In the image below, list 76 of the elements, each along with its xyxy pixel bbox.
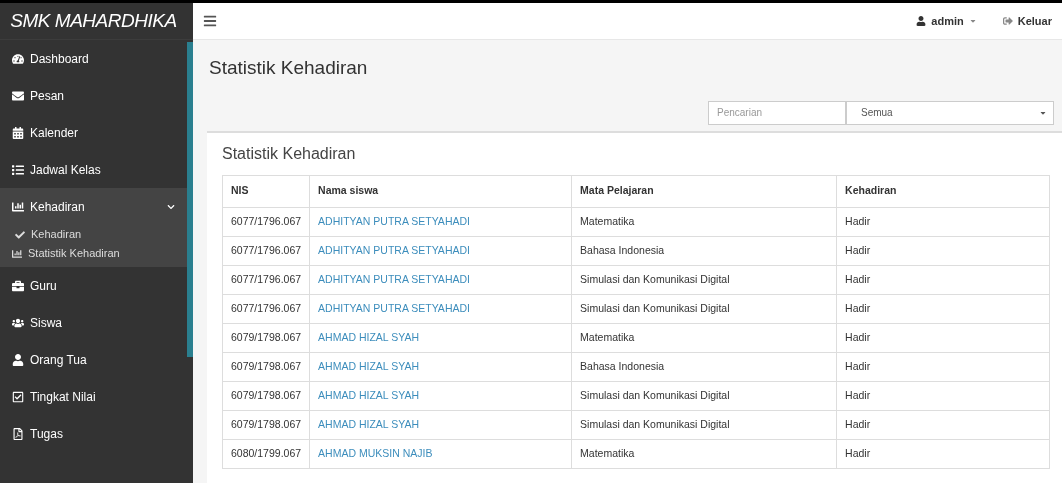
table-cell: 6079/1798.067 xyxy=(222,352,310,381)
column-header: Kehadiran xyxy=(836,175,1050,207)
table-cell: 6077/1796.067 xyxy=(222,236,310,265)
user-icon xyxy=(12,353,24,366)
sidebar-item[interactable]: Kalender xyxy=(0,114,187,151)
sidebar-item[interactable]: Tingkat Nilai xyxy=(0,378,187,415)
table-cell: Simulasi dan Komunikasi Digital xyxy=(571,294,837,323)
table-cell: Bahasa Indonesia xyxy=(571,352,837,381)
table-cell: Simulasi dan Komunikasi Digital xyxy=(571,410,837,439)
table-cell: Hadir xyxy=(836,236,1050,265)
student-name-link[interactable]: ADHITYAN PUTRA SETYAHADI xyxy=(309,236,572,265)
student-name-link[interactable]: AHMAD HIZAL SYAH xyxy=(309,323,572,352)
table-cell: Hadir xyxy=(836,439,1050,468)
table-cell: Hadir xyxy=(836,294,1050,323)
table-cell: Simulasi dan Komunikasi Digital xyxy=(571,265,837,294)
table-cell: Bahasa Indonesia xyxy=(571,236,837,265)
pdf-file-icon xyxy=(12,427,24,440)
bar-chart-icon xyxy=(12,248,22,259)
envelope-icon xyxy=(12,89,24,102)
sidebar-item[interactable]: Dashboard xyxy=(0,40,187,77)
logout-link[interactable]: Keluar xyxy=(1002,12,1052,30)
table-cell: 6079/1798.067 xyxy=(222,410,310,439)
table-cell: Matematika xyxy=(571,439,837,468)
table-cell: Hadir xyxy=(836,323,1050,352)
sidebar-item[interactable]: Jadwal Kelas xyxy=(0,151,187,188)
check-icon xyxy=(15,229,25,240)
submenu-item[interactable]: Statistik Kehadiran xyxy=(0,244,187,263)
table-cell: 6079/1798.067 xyxy=(222,323,310,352)
student-name-link[interactable]: ADHITYAN PUTRA SETYAHADI xyxy=(309,265,572,294)
scrollbar[interactable] xyxy=(187,42,193,357)
table-cell: Hadir xyxy=(836,410,1050,439)
table-cell: Hadir xyxy=(836,265,1050,294)
user-menu[interactable]: admin xyxy=(916,12,977,30)
user-icon xyxy=(916,16,927,26)
logout-icon xyxy=(1002,16,1013,26)
table-cell: Simulasi dan Komunikasi Digital xyxy=(571,381,837,410)
page-title: Statistik Kehadiran xyxy=(208,56,369,80)
student-name-link[interactable]: AHMAD HIZAL SYAH xyxy=(309,410,572,439)
table-cell: Hadir xyxy=(836,207,1050,236)
table-cell: Matematika xyxy=(571,207,837,236)
student-name-link[interactable]: AHMAD HIZAL SYAH xyxy=(309,381,572,410)
calendar-icon xyxy=(12,126,24,139)
sidebar-item[interactable]: Orang Tua xyxy=(0,341,187,378)
list-icon xyxy=(12,163,24,176)
student-name-link[interactable]: ADHITYAN PUTRA SETYAHADI xyxy=(309,207,572,236)
users-icon xyxy=(12,316,24,329)
filter-select[interactable]: Semua xyxy=(846,100,1054,125)
submenu-item[interactable]: Kehadiran xyxy=(0,225,187,244)
chevron-icon xyxy=(167,202,175,211)
table-cell: 6077/1796.067 xyxy=(222,265,310,294)
student-name-link[interactable]: AHMAD HIZAL SYAH xyxy=(309,352,572,381)
sidebar-item[interactable]: Guru xyxy=(0,267,187,304)
table-cell: Matematika xyxy=(571,323,837,352)
sidebar-item[interactable]: Kehadiran xyxy=(0,188,187,225)
table-cell: 6077/1796.067 xyxy=(222,294,310,323)
briefcase-icon xyxy=(12,279,24,292)
sidebar-item[interactable]: Siswa xyxy=(0,304,187,341)
search-field[interactable]: Pencarian xyxy=(708,100,846,125)
table-cell: 6080/1799.067 xyxy=(222,439,310,468)
table-cell: 6077/1796.067 xyxy=(222,207,310,236)
table-cell: Hadir xyxy=(836,381,1050,410)
bar-chart-icon xyxy=(12,200,24,213)
column-header: Mata Pelajaran xyxy=(571,175,837,207)
student-name-link[interactable]: ADHITYAN PUTRA SETYAHADI xyxy=(309,294,572,323)
menu-icon[interactable] xyxy=(203,14,217,28)
column-header: Nama siswa xyxy=(309,175,572,207)
column-header: NIS xyxy=(222,175,310,207)
table-cell: 6079/1798.067 xyxy=(222,381,310,410)
caret-icon xyxy=(968,17,977,25)
sidebar-item[interactable]: Pesan xyxy=(0,77,187,114)
student-name-link[interactable]: AHMAD MUKSIN NAJIB xyxy=(309,439,572,468)
dashboard-icon xyxy=(12,52,24,65)
sidebar-item[interactable]: Tugas xyxy=(0,415,187,452)
table-cell: Hadir xyxy=(836,352,1050,381)
checkbox-icon xyxy=(12,390,24,403)
card-title: Statistik Kehadiran xyxy=(222,143,357,164)
